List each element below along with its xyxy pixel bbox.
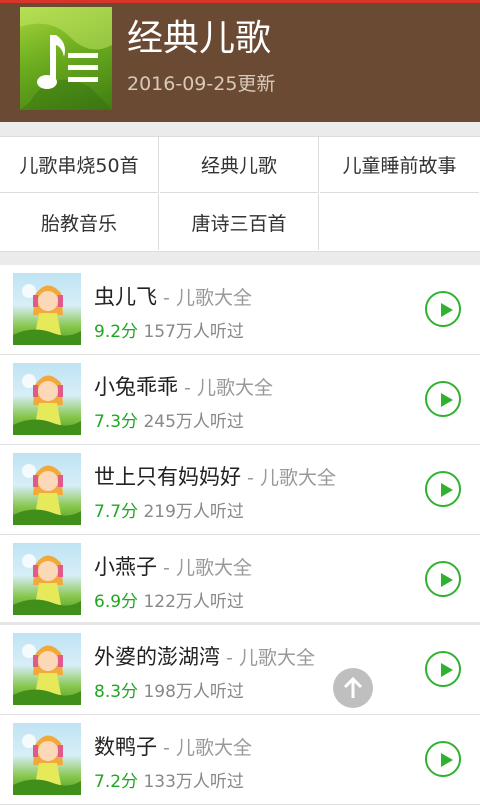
play-icon <box>441 573 453 587</box>
song-plays: 157万人听过 <box>143 322 244 342</box>
cartoon-girl-icon <box>13 644 81 705</box>
title-separator: - <box>157 287 176 309</box>
album-header: 经典儿歌 2016-09-25更新 <box>0 3 480 122</box>
play-icon <box>441 483 453 497</box>
scroll-to-top-button[interactable] <box>333 668 373 708</box>
list-item[interactable]: 外婆的澎湖湾 - 儿歌大全 8.3分 198万人听过 <box>0 625 480 715</box>
song-thumbnail <box>13 453 81 525</box>
play-icon <box>441 393 453 407</box>
song-title: 小燕子 <box>94 555 157 579</box>
song-title: 外婆的澎湖湾 <box>94 645 220 669</box>
play-button[interactable] <box>425 381 461 417</box>
song-thumbnail <box>13 723 81 795</box>
song-plays: 245万人听过 <box>143 412 244 432</box>
song-title-line: 小燕子 - 儿歌大全 <box>94 551 252 581</box>
cartoon-girl-icon <box>13 464 81 525</box>
play-button[interactable] <box>425 651 461 687</box>
play-icon <box>441 753 453 767</box>
song-album: 儿歌大全 <box>196 377 273 399</box>
song-meta: 8.3分 198万人听过 <box>94 677 244 702</box>
song-title-line: 虫儿飞 - 儿歌大全 <box>94 281 252 311</box>
list-item[interactable]: 世上只有妈妈好 - 儿歌大全 7.7分 219万人听过 <box>0 445 480 535</box>
song-meta: 7.3分 245万人听过 <box>94 407 244 432</box>
category-prenatal-music[interactable]: 胎教音乐 <box>0 194 159 250</box>
cartoon-girl-icon <box>13 284 81 345</box>
cartoon-girl-icon <box>13 734 81 795</box>
category-classic-songs[interactable]: 经典儿歌 <box>160 137 319 193</box>
song-title-line: 世上只有妈妈好 - 儿歌大全 <box>94 461 336 491</box>
song-meta: 7.2分 133万人听过 <box>94 767 244 792</box>
song-thumbnail <box>13 633 81 705</box>
category-grid: 儿歌串烧50首 经典儿歌 儿童睡前故事 胎教音乐 唐诗三百首 <box>0 136 480 252</box>
title-separator: - <box>220 647 239 669</box>
song-title: 小兔乖乖 <box>94 375 178 399</box>
song-title-line: 小兔乖乖 - 儿歌大全 <box>94 371 273 401</box>
song-album: 儿歌大全 <box>238 647 315 669</box>
song-score: 9.2分 <box>94 322 139 342</box>
list-item[interactable]: 数鸭子 - 儿歌大全 7.2分 133万人听过 <box>0 715 480 805</box>
song-score: 7.2分 <box>94 772 139 792</box>
list-item[interactable]: 小燕子 - 儿歌大全 6.9分 122万人听过 <box>0 535 480 625</box>
song-meta: 7.7分 219万人听过 <box>94 497 244 522</box>
song-album: 儿歌大全 <box>175 287 252 309</box>
song-title-line: 外婆的澎湖湾 - 儿歌大全 <box>94 641 315 671</box>
song-score: 7.7分 <box>94 502 139 522</box>
song-thumbnail <box>13 363 81 435</box>
title-separator: - <box>178 377 197 399</box>
title-separator: - <box>157 557 176 579</box>
album-cover <box>20 7 112 110</box>
cartoon-girl-icon <box>13 554 81 615</box>
list-item[interactable]: 虫儿飞 - 儿歌大全 9.2分 157万人听过 <box>0 265 480 355</box>
song-list: 虫儿飞 - 儿歌大全 9.2分 157万人听过 小兔乖乖 - 儿歌大全 7.3分… <box>0 265 480 805</box>
play-icon <box>441 303 453 317</box>
category-bedtime-stories[interactable]: 儿童睡前故事 <box>320 137 479 193</box>
arrow-up-icon <box>343 676 363 698</box>
update-date: 2016-09-25更新 <box>127 73 276 95</box>
title-separator: - <box>157 737 176 759</box>
category-songs-medley[interactable]: 儿歌串烧50首 <box>0 137 159 193</box>
play-button[interactable] <box>425 291 461 327</box>
song-plays: 122万人听过 <box>143 592 244 612</box>
play-button[interactable] <box>425 741 461 777</box>
song-meta: 9.2分 157万人听过 <box>94 317 244 342</box>
song-album: 儿歌大全 <box>175 557 252 579</box>
song-plays: 219万人听过 <box>143 502 244 522</box>
song-thumbnail <box>13 273 81 345</box>
song-thumbnail <box>13 543 81 615</box>
song-score: 6.9分 <box>94 592 139 612</box>
song-plays: 133万人听过 <box>143 772 244 792</box>
song-score: 7.3分 <box>94 412 139 432</box>
song-album: 儿歌大全 <box>175 737 252 759</box>
play-icon <box>441 663 453 677</box>
song-title: 虫儿飞 <box>94 285 157 309</box>
music-note-icon <box>20 7 112 110</box>
cartoon-girl-icon <box>13 374 81 435</box>
song-meta: 6.9分 122万人听过 <box>94 587 244 612</box>
category-tang-poems[interactable]: 唐诗三百首 <box>160 194 319 250</box>
song-title: 世上只有妈妈好 <box>94 465 241 489</box>
play-button[interactable] <box>425 561 461 597</box>
song-title-line: 数鸭子 - 儿歌大全 <box>94 731 252 761</box>
category-empty-cell <box>320 194 479 250</box>
list-item[interactable]: 小兔乖乖 - 儿歌大全 7.3分 245万人听过 <box>0 355 480 445</box>
page-title: 经典儿歌 <box>127 18 272 59</box>
title-separator: - <box>241 467 260 489</box>
play-button[interactable] <box>425 471 461 507</box>
song-plays: 198万人听过 <box>143 682 244 702</box>
song-album: 儿歌大全 <box>259 467 336 489</box>
song-score: 8.3分 <box>94 682 139 702</box>
song-title: 数鸭子 <box>94 735 157 759</box>
